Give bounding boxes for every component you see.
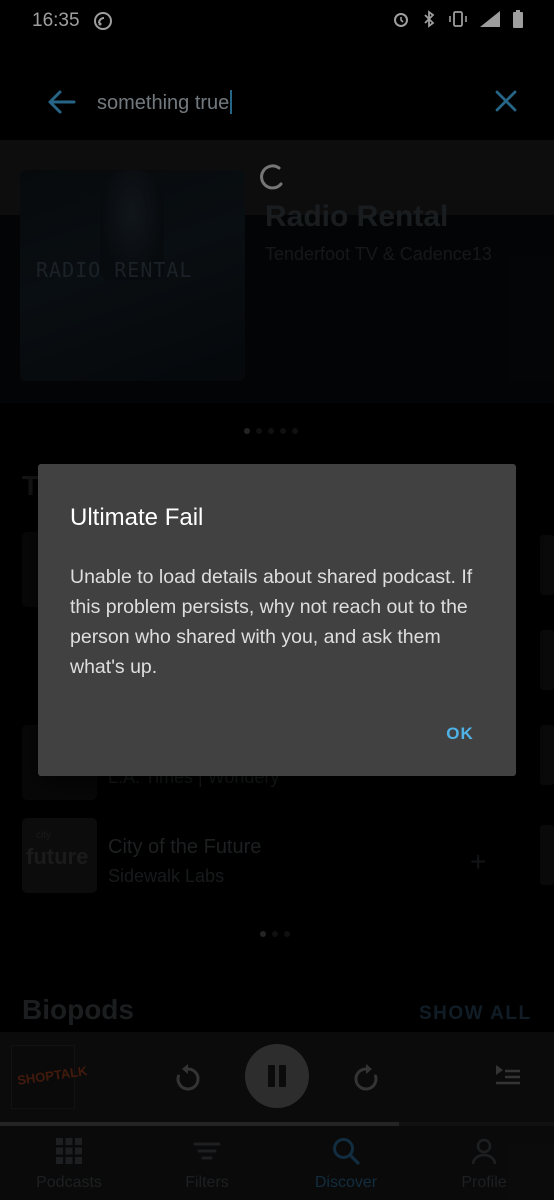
- error-dialog: Ultimate Fail Unable to load details abo…: [38, 464, 516, 776]
- dialog-title: Ultimate Fail: [70, 504, 204, 531]
- dialog-message: Unable to load details about shared podc…: [70, 566, 473, 678]
- ok-button[interactable]: OK: [430, 718, 490, 750]
